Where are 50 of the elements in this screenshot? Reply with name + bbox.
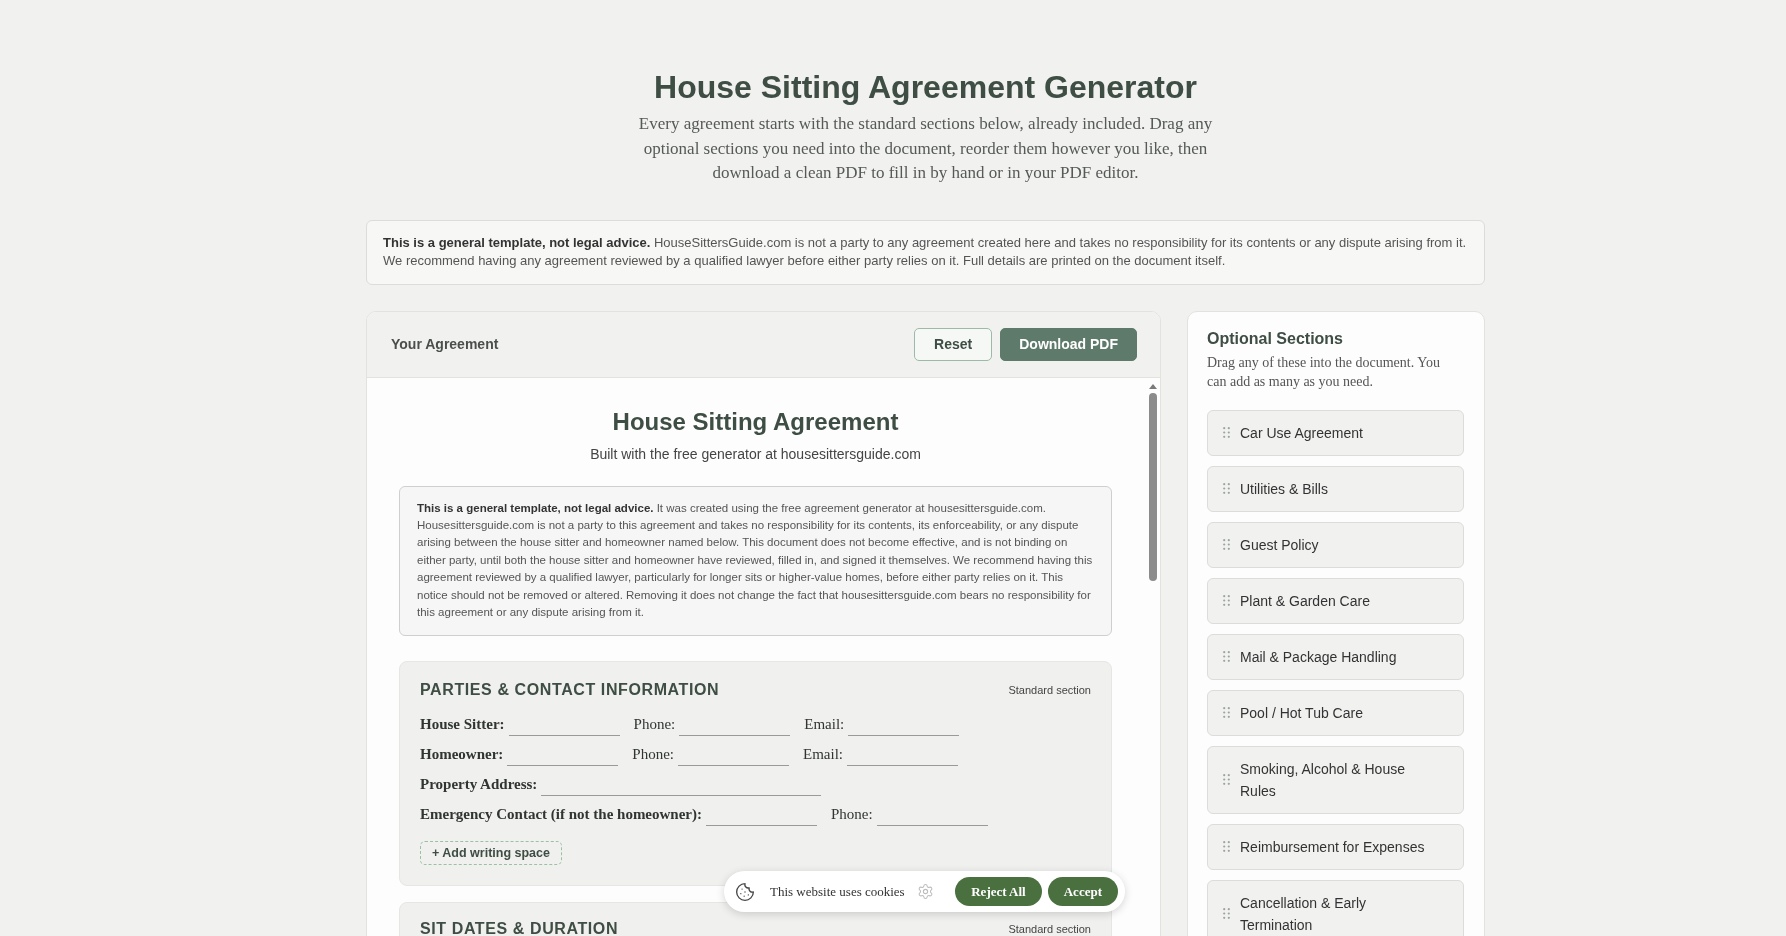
- disclaimer-notice: This is a general template, not legal advice. HouseSittersGuide.com is not a party to any agreement created here and takes no responsibility for its contents or any dispute arising from it. We recommend having any agreement reviewed by a qualified lawyer before either party relies on it. Full details are printed on the document itself.: [366, 219, 1485, 285]
- section-heading: SIT DATES & DURATION: [420, 919, 619, 936]
- drag-handle-icon: [1223, 774, 1230, 785]
- settings-icon[interactable]: [916, 883, 934, 900]
- field-label: House Sitter:: [420, 715, 505, 735]
- intro-text: Every agreement starts with the standard sections below, already included. Drag any optional sections you need into the document, reorder them however you like, then download a clean PDF to fill in by hand or in your PDF editor.: [637, 113, 1214, 184]
- reset-button[interactable]: Reset: [914, 327, 993, 361]
- optional-section-item[interactable]: Reimbursement for Expenses: [1207, 823, 1464, 870]
- panel-title: Optional Sections: [1207, 328, 1344, 349]
- field-label: Phone:: [633, 715, 676, 735]
- cookie-icon: [735, 881, 755, 902]
- drag-handle-icon: [1223, 483, 1230, 494]
- add-writing-space-button[interactable]: + Add writing space: [420, 841, 562, 866]
- optional-section-item[interactable]: Plant & Garden Care: [1207, 577, 1464, 624]
- scroll-up-icon[interactable]: [1149, 383, 1157, 389]
- optional-section-item[interactable]: Utilities & Bills: [1207, 465, 1464, 512]
- drag-handle-icon: [1223, 908, 1230, 919]
- document-title: House Sitting Agreement: [611, 406, 900, 437]
- optional-section-item[interactable]: Car Use Agreement: [1207, 409, 1464, 456]
- drag-handle-icon: [1223, 595, 1230, 606]
- optional-section-item[interactable]: Cancellation & Early Termination: [1207, 879, 1464, 936]
- panel-description: Drag any of these into the document. You can add as many as you need.: [1207, 353, 1441, 391]
- field-label: Emergency Contact (if not the homeowner):: [420, 805, 702, 825]
- page-title: House Sitting Agreement Generator: [653, 68, 1198, 107]
- optional-section-item[interactable]: Pool / Hot Tub Care: [1207, 689, 1464, 736]
- field-label: Email:: [804, 715, 845, 735]
- legal-notice: This is a general template, not legal advice. It was created using the free agreement generator at housesittersguide.com. Housesittersguide.com is not a party to this agreement and takes no responsibility for its contents, its enforceability, or any dispute arising between the house sitter and homeowner named below. This document does not become effective, and is not binding on either party, until both the house sitter and homeowner have reviewed, filled in, and signed it themselves. We recommend having this agreement reviewed by a qualified lawyer, particularly for longer sits or higher-value homes, before either party relies on it. This notice should not be removed or altered. Removing it does not change the fact that housesittersguide.com bears no responsibility for this agreement or any dispute arising from it.: [399, 485, 1112, 637]
- field-label: Homeowner:: [420, 745, 504, 765]
- reject-button[interactable]: Reject All: [955, 877, 1042, 906]
- drag-handle-icon: [1223, 841, 1230, 852]
- accept-button[interactable]: Accept: [1047, 877, 1118, 906]
- drag-handle-icon: [1223, 707, 1230, 718]
- scrollbar-thumb[interactable]: [1149, 392, 1157, 581]
- drag-handle-icon: [1223, 651, 1230, 662]
- field-label: Phone:: [632, 745, 674, 765]
- section-heading: PARTIES & CONTACT INFORMATION: [420, 680, 720, 701]
- section-tag: Standard section: [1008, 684, 1091, 697]
- field-label: Phone:: [831, 805, 873, 825]
- download-button[interactable]: Download PDF: [1000, 327, 1137, 361]
- section-tag: Standard section: [1008, 923, 1091, 936]
- field-label: Email:: [803, 745, 843, 765]
- optional-section-item[interactable]: Mail & Package Handling: [1207, 633, 1464, 680]
- optional-section-item[interactable]: Guest Policy: [1207, 521, 1464, 568]
- drag-handle-icon: [1223, 427, 1230, 438]
- cookie-message: This website uses cookies: [770, 883, 905, 900]
- panel-title: Your Agreement: [391, 336, 499, 352]
- document-subtitle: Built with the free generator at housesittersguide.com: [589, 444, 922, 464]
- field-label: Property Address:: [420, 775, 538, 795]
- optional-section-item[interactable]: Smoking, Alcohol & House Rules: [1207, 745, 1464, 814]
- drag-handle-icon: [1223, 539, 1230, 550]
